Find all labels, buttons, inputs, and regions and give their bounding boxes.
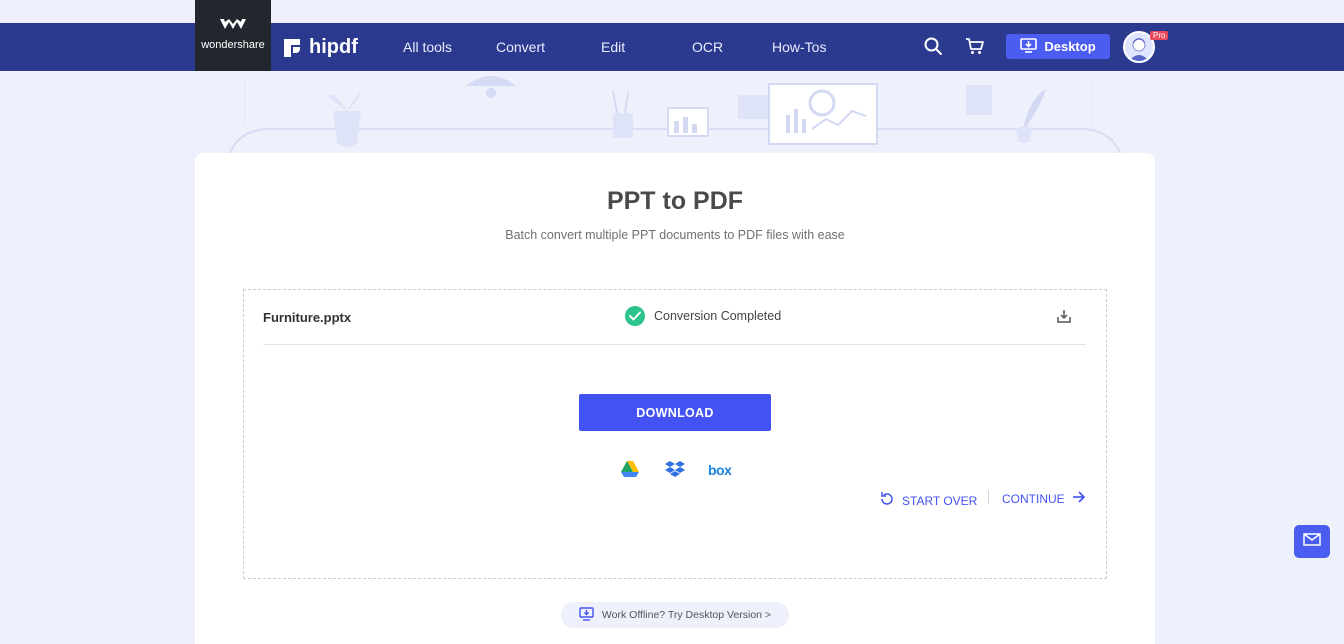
arrow-right-icon [1072,491,1086,506]
divider [263,344,1086,345]
continue-button[interactable]: CONTINUE [1002,491,1086,506]
offline-desktop-link[interactable]: Work Offline? Try Desktop Version > [561,602,789,628]
desktop-button[interactable]: Desktop [1006,34,1110,59]
hipdf-logo[interactable]: hipdf [284,36,358,59]
offline-desktop-label: Work Offline? Try Desktop Version > [601,609,772,621]
brand-name: hipdf [309,36,358,58]
search-icon[interactable] [923,36,943,56]
nav-all-tools[interactable]: All tools [403,39,452,55]
conversion-status-text: Conversion Completed [654,309,782,323]
desktop-button-label: Desktop [1044,39,1096,54]
mail-icon [1303,532,1321,551]
dropbox-icon[interactable] [665,460,685,480]
nav-convert[interactable]: Convert [496,39,545,55]
result-panel: Furniture.pptx Conversion Completed DOWN… [243,289,1107,579]
converter-card: PPT to PDF Batch convert multiple PPT do… [195,153,1155,644]
continue-label: CONTINUE [1002,491,1065,506]
wondershare-mark-icon [220,17,246,35]
start-over-button[interactable]: START OVER [879,491,977,510]
hipdf-logo-icon [284,38,300,57]
wondershare-logo[interactable]: wondershare [195,0,271,71]
file-download-icon[interactable] [1056,308,1072,324]
desktop-download-icon [579,606,594,624]
nav-ocr[interactable]: OCR [692,39,723,55]
nav-how-tos[interactable]: How-Tos [772,39,826,55]
download-button[interactable]: DOWNLOAD [579,394,771,431]
google-drive-icon[interactable] [620,460,640,480]
start-over-label: START OVER [902,493,978,508]
pro-badge: Pro [1150,31,1169,40]
header-illustration [229,76,1121,154]
box-icon[interactable]: box [708,462,732,478]
page-subtitle: Batch convert multiple PPT documents to … [505,228,845,242]
restart-icon [879,491,895,510]
desktop-download-icon [1020,37,1038,56]
file-name: Furniture.pptx [263,310,352,325]
cart-icon[interactable] [965,36,985,56]
feedback-mail-button[interactable] [1294,525,1330,558]
action-separator [988,490,989,504]
nav-edit[interactable]: Edit [601,39,625,55]
wondershare-logo-text: wondershare [201,39,265,51]
page-title: PPT to PDF [606,187,744,215]
conversion-status: Conversion Completed [625,306,781,326]
check-circle-icon [625,306,645,326]
